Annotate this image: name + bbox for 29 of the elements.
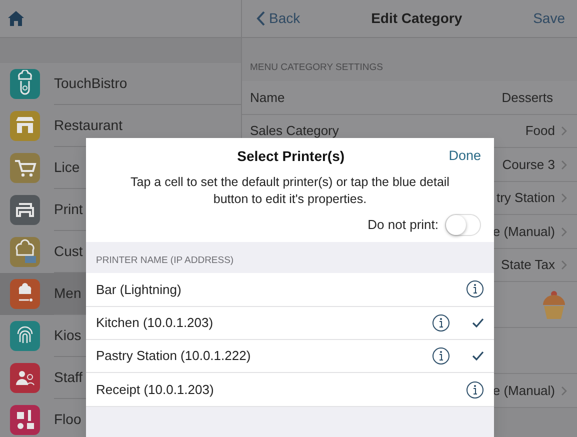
printer-row[interactable]: Pastry Station (10.0.1.222)	[86, 340, 494, 374]
toggle-label: Do not print:	[368, 216, 438, 234]
settings-row[interactable]: Name Desserts	[242, 81, 577, 115]
setting-value: Course 3	[502, 156, 555, 174]
info-button[interactable]	[432, 347, 450, 366]
sidebar-item[interactable]: TouchBistro	[0, 63, 241, 105]
setting-label: Name	[250, 88, 285, 107]
setting-value: Desserts	[502, 88, 553, 107]
screen-title: Edit Category	[370, 9, 464, 28]
printer-row[interactable]: Kitchen (10.0.1.203)	[86, 306, 494, 340]
setting-value: Food	[525, 122, 555, 140]
info-button[interactable]	[466, 380, 484, 399]
setting-label: Sales Category	[250, 122, 339, 140]
printer-row[interactable]: Bar (Lightning)	[86, 273, 494, 307]
done-button[interactable]: Done	[448, 146, 481, 166]
home-icon[interactable]	[8, 11, 24, 26]
dialog-title: Select Printer(s)	[236, 146, 346, 166]
setting-value: State Tax	[501, 256, 555, 274]
section-header: PRINTER NAME (IP ADDRESS)	[86, 242, 494, 274]
info-button[interactable]	[466, 280, 484, 298]
toggle-switch[interactable]	[445, 214, 481, 236]
back-button[interactable]: Back	[256, 8, 300, 29]
info-button[interactable]	[432, 314, 450, 332]
cupcake-icon	[541, 290, 567, 320]
back-chevron-icon	[256, 11, 265, 26]
setting-value: try Station	[496, 189, 555, 208]
dialog-description: Tap a cell to set the default printer(s) or tap the blue detail button to edit it's properties.	[130, 174, 450, 208]
save-button[interactable]: Save	[533, 8, 565, 29]
section-header: MENU CATEGORY SETTINGS	[249, 61, 384, 75]
